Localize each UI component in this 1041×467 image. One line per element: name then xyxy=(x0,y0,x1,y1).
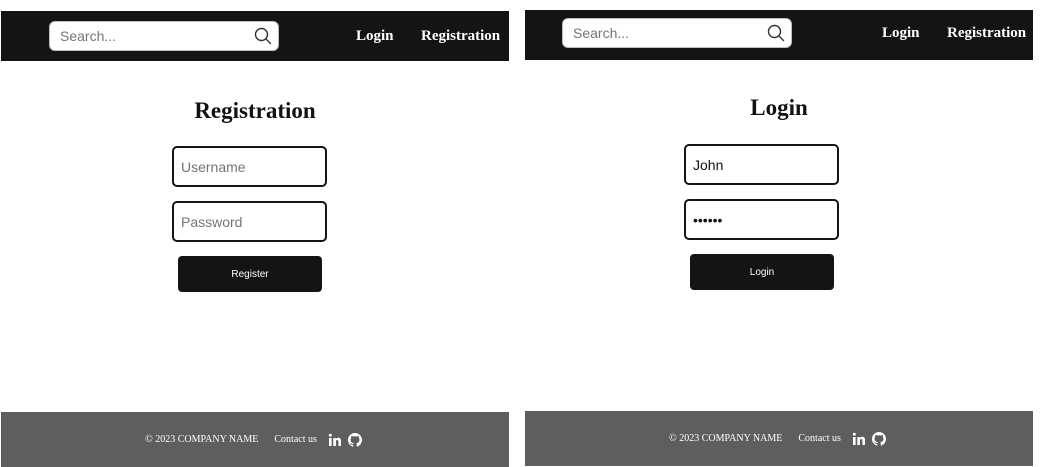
password-field[interactable] xyxy=(172,201,327,242)
search-input[interactable] xyxy=(50,22,245,50)
search-input[interactable] xyxy=(563,19,758,47)
username-field[interactable] xyxy=(172,146,327,187)
nav-login-link[interactable]: Login xyxy=(356,26,394,46)
search-box[interactable] xyxy=(562,18,792,48)
nav-registration-link[interactable]: Registration xyxy=(421,26,500,46)
nav-login-link[interactable]: Login xyxy=(882,23,920,43)
linkedin-icon[interactable] xyxy=(852,432,866,446)
contact-us-link[interactable]: Contact us xyxy=(274,434,317,445)
search-box[interactable] xyxy=(49,21,279,51)
github-icon[interactable] xyxy=(871,431,886,446)
login-page: Login Registration Login Login © 2023 CO… xyxy=(525,0,1033,467)
linkedin-icon[interactable] xyxy=(328,433,342,447)
nav-registration-link[interactable]: Registration xyxy=(947,23,1026,43)
contact-us-link[interactable]: Contact us xyxy=(798,433,841,444)
registration-page: Login Registration Registration Register… xyxy=(1,0,509,467)
footer: © 2023 COMPANY NAME Contact us xyxy=(1,412,509,467)
login-button[interactable]: Login xyxy=(690,254,834,290)
form-title: Registration xyxy=(194,98,316,123)
form-title: Login xyxy=(750,95,808,120)
search-icon[interactable] xyxy=(767,24,785,42)
github-icon[interactable] xyxy=(347,432,362,447)
copyright-text: © 2023 COMPANY NAME xyxy=(145,434,259,445)
navbar: Login Registration xyxy=(525,10,1033,60)
password-field[interactable] xyxy=(684,199,839,240)
footer: © 2023 COMPANY NAME Contact us xyxy=(525,411,1033,466)
copyright-text: © 2023 COMPANY NAME xyxy=(669,433,783,444)
navbar: Login Registration xyxy=(1,11,509,61)
register-button[interactable]: Register xyxy=(178,256,322,292)
username-field[interactable] xyxy=(684,144,839,185)
search-icon[interactable] xyxy=(254,27,272,45)
